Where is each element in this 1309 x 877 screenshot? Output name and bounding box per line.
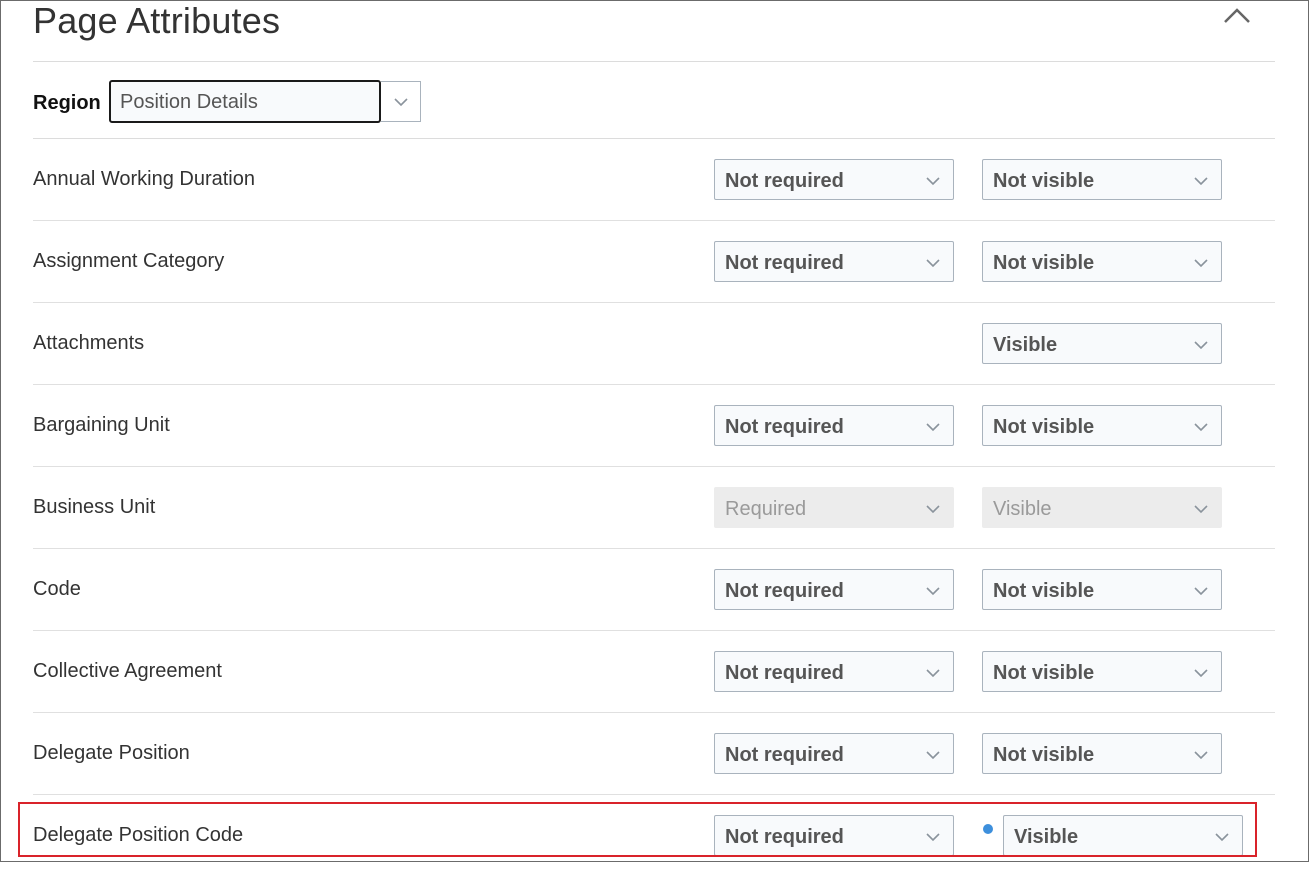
required-select[interactable]: Not required	[714, 733, 954, 774]
attribute-row-annual-working-duration: Annual Working Duration Not required Not v…	[33, 139, 1275, 221]
attribute-row-delegate-position: Delegate Position Not required Not visible	[33, 713, 1275, 795]
chevron-down-icon	[926, 505, 940, 514]
visible-select-value: Not visible	[993, 744, 1095, 766]
required-select-value: Not required	[725, 662, 844, 684]
region-select[interactable]: Position Details	[109, 80, 421, 123]
chevron-down-icon	[1194, 505, 1208, 514]
chevron-down-icon	[1194, 751, 1208, 760]
attribute-label: Delegate Position	[33, 742, 190, 764]
chevron-down-icon	[1194, 669, 1208, 678]
attribute-row-attachments: Attachments Visible	[33, 303, 1275, 385]
chevron-down-icon	[926, 751, 940, 760]
attribute-row-assignment-category: Assignment Category Not required Not visib…	[33, 221, 1275, 303]
chevron-down-icon	[926, 177, 940, 186]
required-select-value: Not required	[725, 252, 844, 274]
region-dropdown-button[interactable]	[381, 81, 421, 122]
chevron-down-icon	[1194, 423, 1208, 432]
visible-select[interactable]: Not visible	[982, 159, 1222, 200]
required-select-value: Not required	[725, 744, 844, 766]
region-label: Region	[33, 92, 101, 114]
visible-select[interactable]: Not visible	[982, 569, 1222, 610]
visible-select: Visible	[982, 487, 1222, 528]
visible-select-value: Not visible	[993, 662, 1095, 684]
attribute-row-bargaining-unit: Bargaining Unit Not required Not visible	[33, 385, 1275, 467]
visible-select[interactable]: Not visible	[982, 405, 1222, 446]
attribute-label: Business Unit	[33, 496, 156, 518]
visible-select-value: Not visible	[993, 416, 1095, 438]
required-select-value: Not required	[725, 170, 844, 192]
required-select-value: Required	[725, 498, 807, 520]
attribute-row-code: Code Not required Not visible	[33, 549, 1275, 631]
chevron-down-icon	[926, 669, 940, 678]
required-select-value: Not required	[725, 416, 844, 438]
required-select[interactable]: Not required	[714, 405, 954, 446]
visible-select[interactable]: Not visible	[982, 241, 1222, 282]
attribute-row-collective-agreement: Collective Agreement Not required Not visi…	[33, 631, 1275, 713]
required-select: Required	[714, 487, 954, 528]
attribute-label: Attachments	[33, 332, 145, 354]
visible-select-value: Visible	[993, 334, 1058, 356]
attribute-label: Assignment Category	[33, 250, 225, 272]
visible-select[interactable]: Not visible	[982, 733, 1222, 774]
chevron-down-icon	[926, 259, 940, 268]
visible-select[interactable]: Not visible	[982, 651, 1222, 692]
collapse-section-button[interactable]	[1222, 4, 1252, 28]
chevron-down-icon	[1194, 587, 1208, 596]
chevron-down-icon	[1194, 177, 1208, 186]
chevron-up-icon	[1224, 8, 1250, 23]
required-select[interactable]: Not required	[714, 159, 954, 200]
visible-select-value: Not visible	[993, 170, 1095, 192]
chevron-down-icon	[926, 587, 940, 596]
chevron-down-icon	[1194, 341, 1208, 350]
attribute-label: Bargaining Unit	[33, 414, 170, 436]
chevron-down-icon	[926, 423, 940, 432]
attribute-row-business-unit: Business Unit Required Visible	[33, 467, 1275, 549]
title-divider	[33, 61, 1275, 62]
visible-select-value: Not visible	[993, 580, 1095, 602]
visible-select[interactable]: Visible	[982, 323, 1222, 364]
required-select-value: Not required	[725, 580, 844, 602]
chevron-down-icon	[394, 98, 408, 107]
highlight-box	[18, 802, 1257, 857]
required-select[interactable]: Not required	[714, 241, 954, 282]
required-select[interactable]: Not required	[714, 651, 954, 692]
required-select[interactable]: Not required	[714, 569, 954, 610]
attribute-label: Collective Agreement	[33, 660, 222, 682]
attribute-label: Code	[33, 578, 81, 600]
chevron-down-icon	[1194, 259, 1208, 268]
page-title: Page Attributes	[33, 0, 281, 41]
attribute-label: Annual Working Duration	[33, 168, 255, 190]
region-input[interactable]: Position Details	[109, 80, 381, 123]
visible-select-value: Not visible	[993, 252, 1095, 274]
visible-select-value: Visible	[993, 498, 1052, 520]
